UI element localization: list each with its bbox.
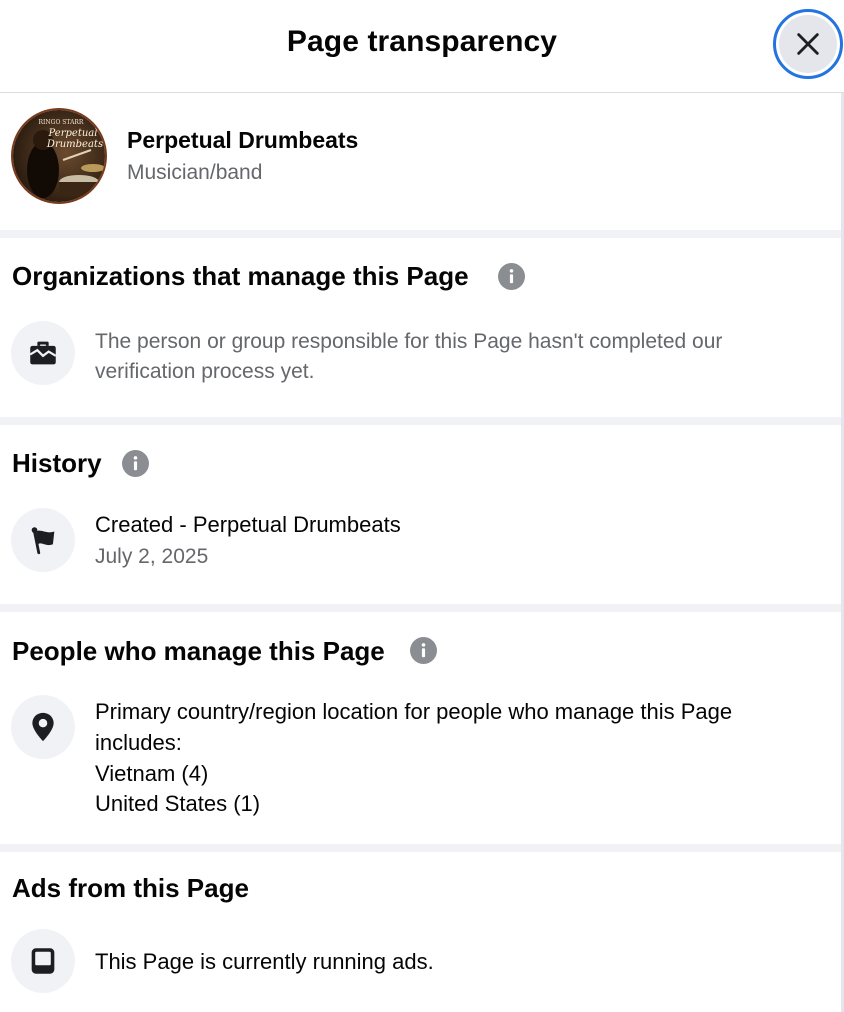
avatar-text-top: RINGO STARR [39,119,84,126]
avatar: RINGO STARR Perpetual Drumbeats [11,108,107,204]
location-icon-wrap [11,695,75,759]
ads-text: This Page is currently running ads. [95,949,434,974]
page-transparency-dialog: Page transparency RINGO STARR Perpetual … [0,0,844,1012]
avatar-text-mid: Perpetual [48,128,98,139]
people-intro-line2: includes: [95,730,182,755]
ads-title: Ads from this Page [12,873,249,903]
section-divider [0,604,841,612]
page-category: Musician/band [127,161,263,184]
info-icon[interactable] [498,263,525,290]
history-title: History [12,448,102,478]
people-title: People who manage this Page [12,636,385,666]
organizations-text: The person or group responsible for this… [95,330,723,383]
history-entry-date: July 2, 2025 [95,545,209,568]
ads-icon-wrap [11,929,75,993]
history-icon-wrap [11,508,75,572]
album-cover-image: RINGO STARR Perpetual Drumbeats [13,110,105,202]
avatar-text-bottom: Drumbeats [46,139,103,150]
close-icon [797,33,819,55]
dialog-header: Page transparency [0,0,844,93]
page-name[interactable]: Perpetual Drumbeats [127,127,358,154]
flag-icon [31,527,55,555]
organization-icon-wrap [11,321,75,385]
briefcase-icon [29,341,57,365]
history-entry-title: Created - Perpetual Drumbeats [95,512,401,537]
section-divider [0,230,841,238]
people-intro-line1: Primary country/region location for peop… [95,699,733,724]
location-item: United States (1) [95,791,261,816]
location-pin-icon [32,712,54,742]
section-divider [0,844,841,852]
location-item: Vietnam (4) [95,761,209,786]
organizations-title: Organizations that manage this Page [12,261,469,291]
close-button[interactable] [773,9,843,79]
ads-device-icon [31,948,55,974]
info-icon[interactable] [122,450,149,477]
dialog-title: Page transparency [286,25,558,58]
info-icon[interactable] [410,637,437,664]
section-divider [0,417,841,425]
